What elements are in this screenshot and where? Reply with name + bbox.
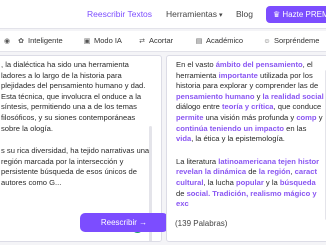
plain-phrase: La literatura — [176, 156, 219, 166]
plain-phrase: , el — [302, 60, 313, 69]
plain-phrase: diálogo entre — [176, 102, 223, 112]
mode-label: Modo IA — [94, 36, 122, 45]
plain-phrase: en las — [284, 123, 307, 133]
plain-phrase: , la ética y la epistemología. — [191, 134, 285, 144]
plain-phrase: En el vasto — [176, 60, 216, 69]
tools-menu[interactable]: Herramientas ▾ — [166, 9, 223, 19]
chevron-down-icon: ▾ — [219, 12, 223, 19]
highlighted-phrase[interactable]: ámbito del pensamiento — [216, 60, 303, 69]
plain-phrase: y — [316, 112, 323, 122]
mode-label: Académico — [206, 36, 244, 45]
highlighted-phrase[interactable]: la región — [259, 167, 291, 176]
plain-phrase: , la lucha — [203, 177, 236, 187]
highlighted-phrase[interactable]: vida — [176, 134, 191, 143]
rewrite-texts-link[interactable]: Reescribir Textos — [87, 9, 152, 19]
plain-phrase: y — [254, 91, 263, 101]
shorten-icon: ⇄ — [139, 38, 145, 45]
output-paragraph-1: En el vasto ámbito del pensamiento, el h… — [167, 56, 326, 145]
output-paragraph-2: La literatura latinoamericana tejen hist… — [167, 153, 326, 210]
mode-label: Inteligente — [28, 36, 63, 45]
highlighted-phrase[interactable]: la realidad social — [263, 92, 324, 101]
input-paragraph-2: s su rica diversidad, ha tejido narrativ… — [1, 146, 150, 187]
highlighted-phrase[interactable]: popular — [236, 178, 264, 187]
highlighted-phrase[interactable]: caract — [295, 167, 317, 176]
mode-sorprendeme[interactable]: ☺ Sorpréndeme — [262, 36, 319, 45]
highlighted-phrase[interactable]: teoría y crítica — [222, 102, 274, 111]
premium-button[interactable]: ♛ Hazte PREM — [266, 6, 326, 23]
plain-phrase: herramienta — [176, 70, 219, 80]
plain-phrase: , que conduce — [273, 102, 322, 112]
highlighted-phrase[interactable]: búsqueda — [280, 178, 316, 187]
mode-ia[interactable]: ▣ Modo IA — [82, 36, 122, 45]
mode-bar: ◉ ✿ Inteligente ▣ Modo IA ⇄ Acortar ▤ Académ… — [0, 31, 326, 52]
plain-phrase: de — [246, 167, 259, 177]
highlighted-phrase[interactable]: cultural — [176, 178, 203, 187]
blog-link[interactable]: Blog — [236, 9, 253, 19]
plain-phrase: de — [176, 188, 187, 198]
input-paragraph-1: , la dialéctica ha sido una herramienta … — [1, 60, 146, 133]
highlighted-phrase[interactable]: pensamiento humano — [176, 92, 254, 101]
ai-icon: ▣ — [83, 38, 91, 45]
mode-inteligente[interactable]: ✿ Inteligente — [16, 36, 63, 45]
mode-label: Sorpréndeme — [274, 36, 320, 45]
highlighted-phrase[interactable]: revelan la dinámica — [176, 167, 246, 176]
highlighted-phrase[interactable]: permite — [176, 113, 203, 122]
highlighted-phrase[interactable]: latinoamericana tejen histor — [218, 157, 319, 166]
mode-acortar[interactable]: ⇄ Acortar — [137, 36, 173, 45]
highlighted-phrase[interactable]: comp — [296, 113, 316, 122]
tools-label: Herramientas — [166, 9, 218, 19]
highlighted-phrase[interactable]: social. Tradición, realismo mágico y exc — [176, 189, 317, 209]
mode-fluent[interactable]: ◉ — [2, 36, 14, 45]
plain-phrase: una visión más profunda y — [203, 112, 297, 122]
output-panel[interactable]: En el vasto ámbito del pensamiento, el h… — [166, 55, 326, 242]
plain-phrase: y la — [263, 177, 280, 187]
academic-icon: ▤ — [195, 38, 203, 45]
word-count: (139 Palabras) — [175, 219, 228, 228]
brain-icon: ✿ — [18, 38, 24, 45]
surprise-icon: ☺ — [263, 38, 271, 45]
fluent-icon: ◉ — [3, 38, 11, 45]
rewrite-button[interactable]: Reescribir → — [80, 213, 168, 232]
premium-label: Hazte PREM — [282, 10, 326, 19]
top-nav: Reescribir Textos Herramientas ▾ Blog ♛ H… — [0, 0, 326, 29]
highlighted-phrase[interactable]: continúa teniendo un impacto — [176, 124, 284, 133]
highlighted-phrase[interactable]: importante — [219, 71, 258, 80]
mode-label: Acortar — [149, 36, 174, 45]
crown-icon: ♛ — [273, 10, 281, 19]
mode-academico[interactable]: ▤ Académico — [194, 36, 243, 45]
